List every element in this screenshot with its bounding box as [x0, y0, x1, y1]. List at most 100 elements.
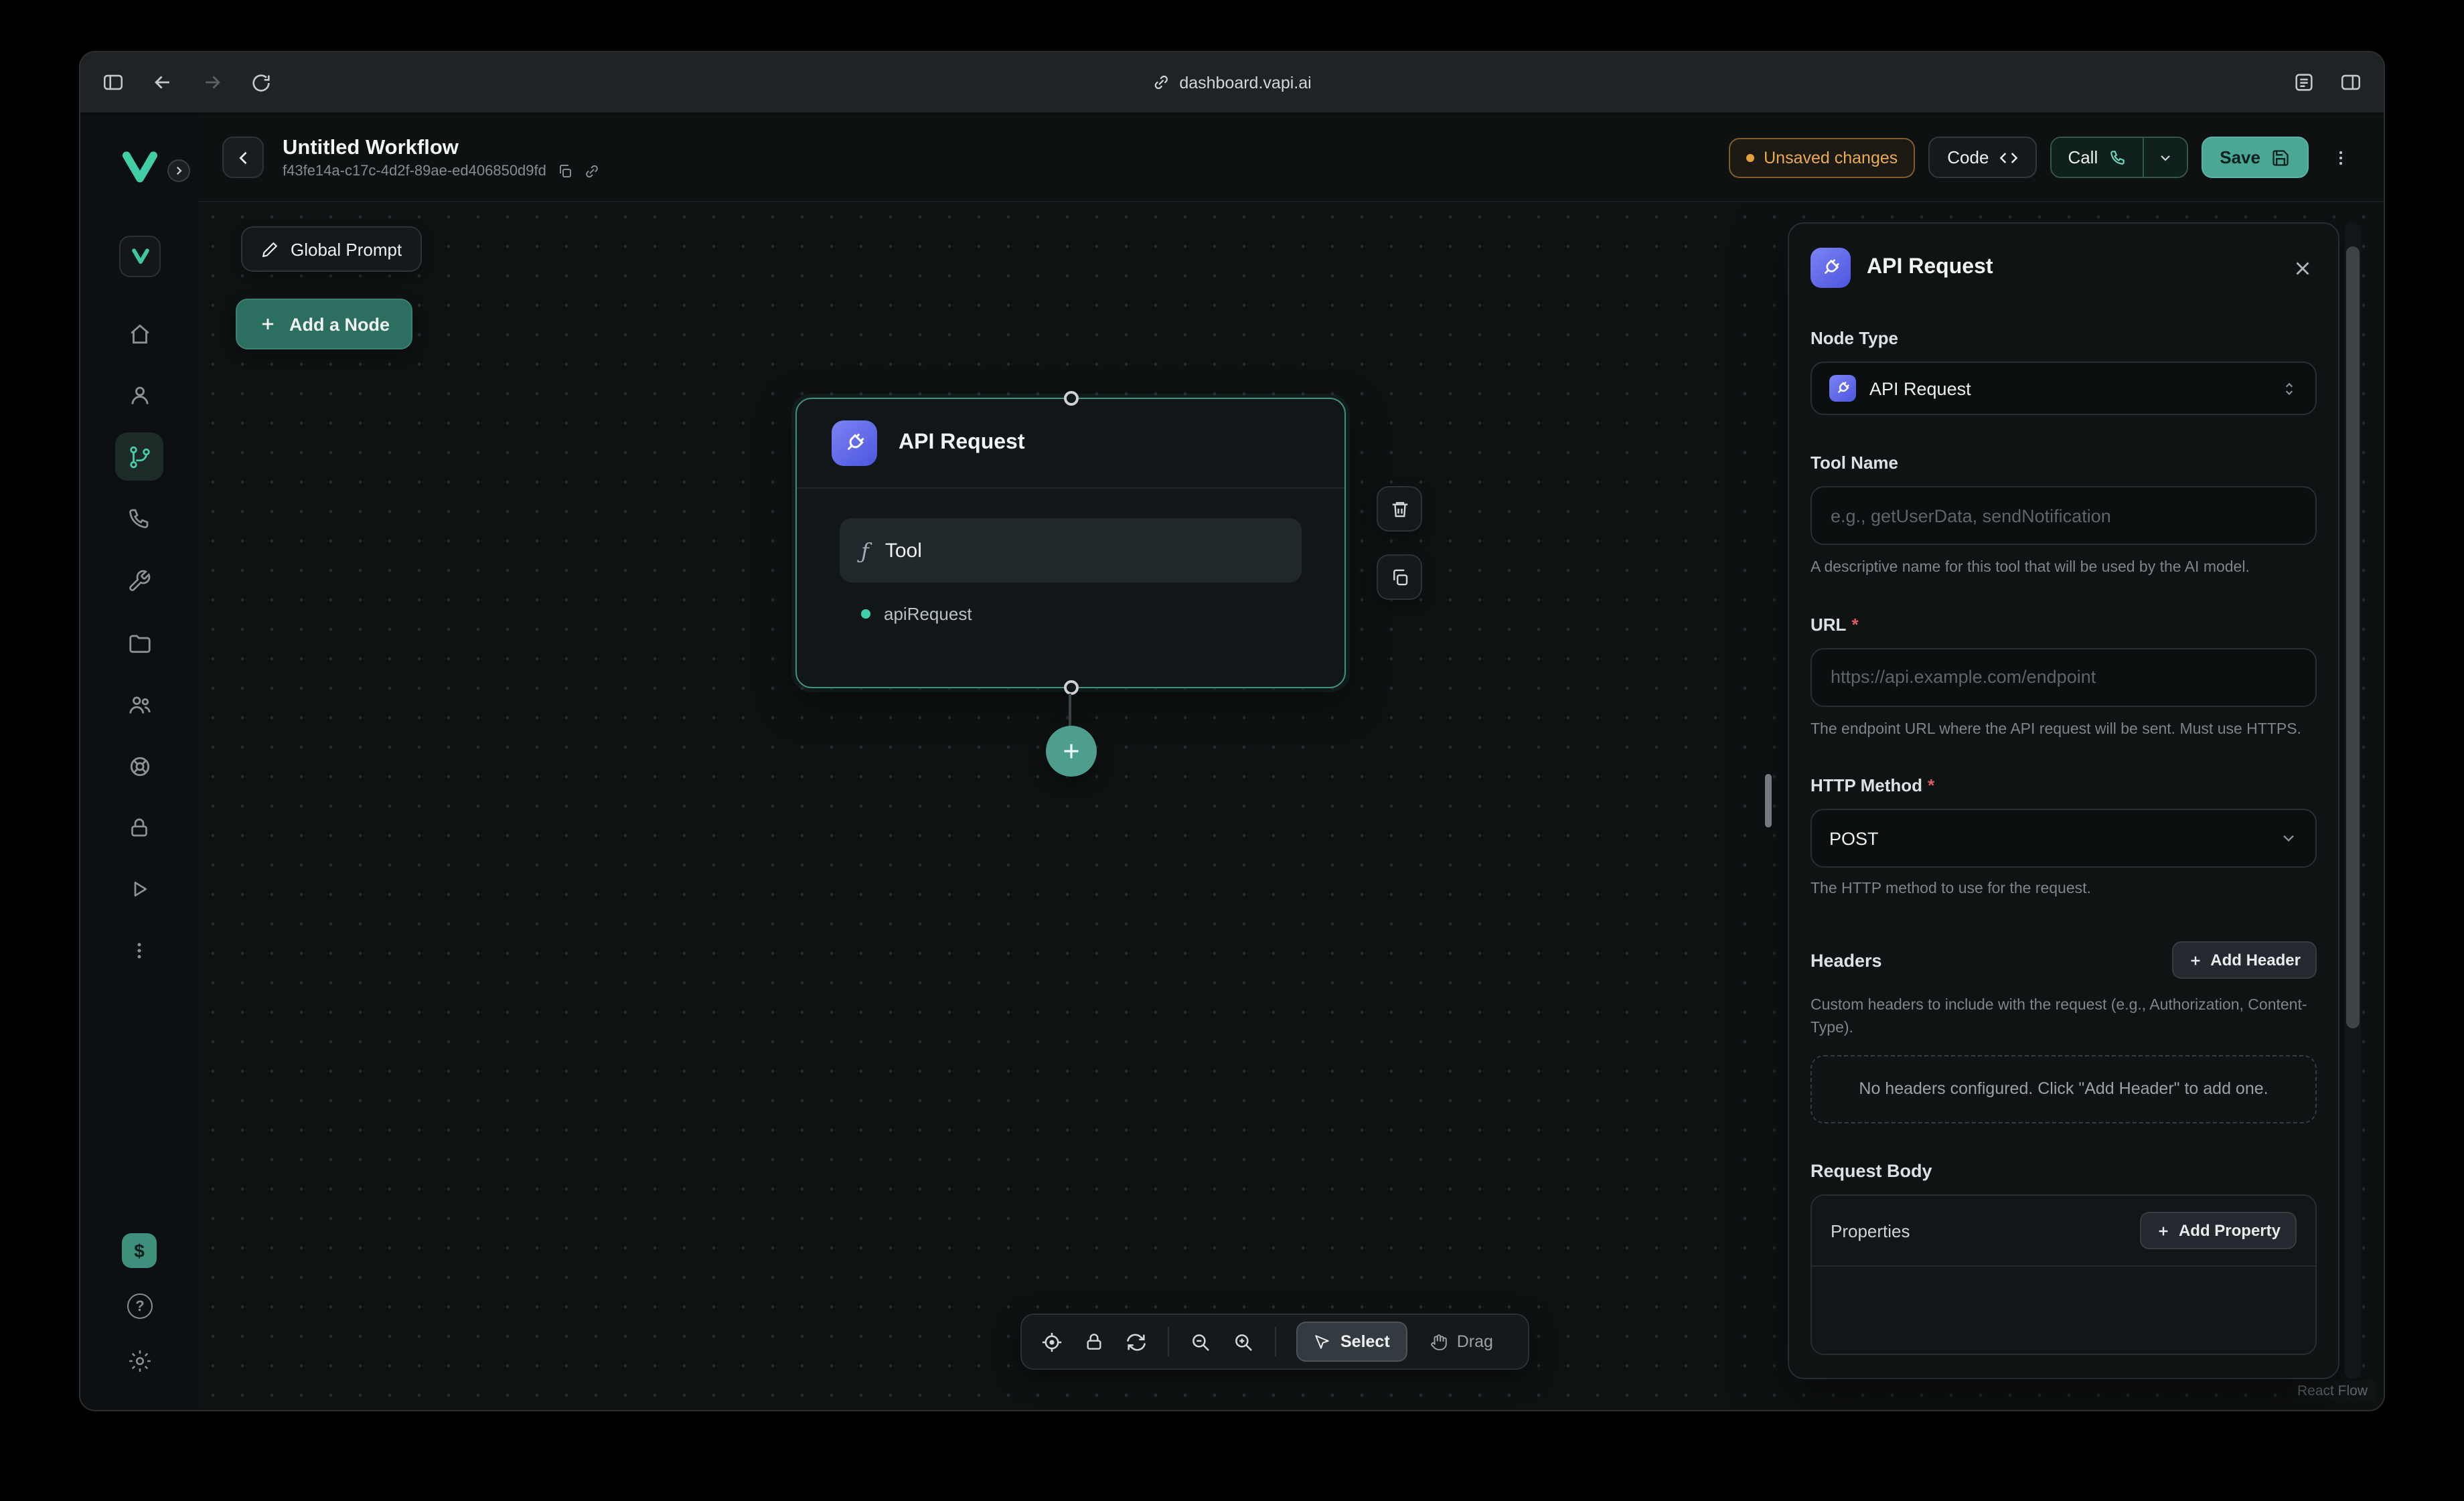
fit-view-icon[interactable]	[1041, 1330, 1063, 1353]
plug-icon	[1811, 248, 1851, 288]
workflow-title: Untitled Workflow	[283, 135, 600, 161]
plug-icon	[1829, 375, 1856, 402]
settings-gear-icon[interactable]	[115, 1336, 163, 1385]
mode-segment: Select Drag	[1296, 1322, 1509, 1362]
url-text: dashboard.vapi.ai	[1179, 73, 1311, 92]
node-type-label: Node Type	[1811, 328, 2317, 348]
url-input[interactable]	[1811, 647, 2317, 706]
back-icon[interactable]	[151, 71, 174, 94]
properties-empty-area	[1812, 1265, 2315, 1343]
vapi-logo-icon[interactable]	[121, 150, 159, 185]
files-icon[interactable]	[115, 619, 163, 667]
node-type-select[interactable]: API Request	[1811, 362, 2317, 415]
node-output-handle[interactable]	[1063, 680, 1078, 695]
pencil-icon	[261, 240, 279, 258]
react-flow-attribution[interactable]: React Flow	[2289, 1380, 2376, 1402]
node-input-handle[interactable]	[1063, 391, 1078, 406]
panel-resize-handle[interactable]	[1765, 774, 1772, 827]
workflows-icon[interactable]	[115, 432, 163, 481]
close-icon[interactable]	[2289, 254, 2317, 282]
panel-title: API Request	[1867, 256, 2273, 280]
headers-help: Custom headers to include with the reque…	[1811, 995, 2317, 1040]
url-label: URL*	[1811, 614, 2317, 634]
test-icon[interactable]	[115, 865, 163, 913]
reader-mode-icon[interactable]	[2293, 71, 2315, 94]
lock-icon[interactable]	[1083, 1331, 1105, 1352]
phone-icon	[2108, 149, 2126, 166]
api-keys-icon[interactable]	[115, 803, 163, 852]
code-icon	[1999, 148, 2018, 167]
more-icon[interactable]	[115, 927, 163, 975]
http-method-label: HTTP Method*	[1811, 776, 2317, 796]
add-next-node-button[interactable]	[1046, 726, 1097, 777]
more-menu-icon[interactable]	[2322, 137, 2360, 178]
canvas-toolbar: Select Drag	[1020, 1314, 1529, 1370]
global-prompt-button[interactable]: Global Prompt	[241, 226, 422, 272]
add-property-button[interactable]: Add Property	[2140, 1212, 2297, 1249]
share-link-icon[interactable]	[584, 163, 600, 179]
workspace-icon[interactable]	[119, 236, 161, 277]
properties-label: Properties	[1831, 1220, 1910, 1241]
save-icon	[2271, 148, 2290, 167]
auto-layout-icon[interactable]	[1125, 1330, 1148, 1353]
zoom-in-icon[interactable]	[1232, 1330, 1255, 1353]
sidebar-toggle-icon[interactable]	[102, 71, 125, 94]
billing-icon[interactable]: $	[122, 1233, 157, 1268]
cursor-icon	[1314, 1333, 1331, 1350]
workflow-title-block: Untitled Workflow f43fe14a-c17c-4d2f-89a…	[283, 135, 600, 180]
save-button[interactable]: Save	[2201, 137, 2309, 178]
node-header: API Request	[797, 399, 1344, 489]
call-split-button: Call	[2050, 137, 2187, 178]
address-bar[interactable]: dashboard.vapi.ai	[1152, 73, 1311, 92]
call-button[interactable]: Call	[2052, 138, 2142, 177]
node-tool-value-row: apiRequest	[840, 604, 1302, 624]
unsaved-changes-badge: Unsaved changes	[1729, 137, 1915, 177]
url-help: The endpoint URL where the API request w…	[1811, 718, 2317, 740]
panel-scrollbar[interactable]	[2345, 222, 2361, 1379]
delete-node-button[interactable]	[1377, 486, 1422, 532]
tools-icon[interactable]	[115, 557, 163, 605]
tool-name-input[interactable]	[1811, 486, 2317, 545]
call-dropdown-button[interactable]	[2143, 138, 2186, 177]
tool-name-help: A descriptive name for this tool that wi…	[1811, 557, 2317, 579]
copy-id-icon[interactable]	[557, 163, 573, 179]
link-icon	[1152, 74, 1170, 91]
unsaved-dot-icon	[1746, 153, 1754, 161]
chevrons-up-down-icon	[2281, 380, 2298, 397]
add-node-button[interactable]: Add a Node	[236, 299, 412, 349]
duplicate-node-button[interactable]	[1377, 554, 1422, 600]
headers-empty-state: No headers configured. Click "Add Header…	[1811, 1056, 2317, 1124]
zoom-out-icon[interactable]	[1189, 1330, 1212, 1353]
squads-icon[interactable]	[115, 680, 163, 728]
code-button[interactable]: Code	[1928, 137, 2037, 178]
node-tool-section[interactable]: ƒ Tool	[840, 518, 1302, 582]
toolbar-divider	[1168, 1327, 1169, 1356]
node-inspector-panel: API Request Node Type API Request	[1788, 222, 2339, 1379]
request-body-label: Request Body	[1811, 1161, 2317, 1181]
plus-icon	[258, 315, 277, 333]
headers-label: Headers	[1811, 950, 1882, 970]
help-icon[interactable]: ?	[127, 1293, 153, 1319]
browser-chrome: dashboard.vapi.ai	[80, 52, 2384, 114]
forward-icon[interactable]	[201, 71, 224, 94]
workflow-canvas[interactable]: Global Prompt Add a Node	[198, 202, 2384, 1411]
api-request-node[interactable]: API Request ƒ Tool apiRequest	[795, 398, 1346, 688]
split-view-icon[interactable]	[2339, 71, 2362, 94]
phone-numbers-icon[interactable]	[115, 494, 163, 542]
workflow-id: f43fe14a-c17c-4d2f-89ae-ed406850d9fd	[283, 163, 546, 179]
add-header-button[interactable]: Add Header	[2171, 941, 2317, 979]
reload-icon[interactable]	[250, 72, 272, 93]
edge-connector	[1069, 694, 1071, 728]
home-icon[interactable]	[115, 309, 163, 358]
back-button[interactable]	[222, 137, 264, 178]
assistants-icon[interactable]	[115, 371, 163, 419]
drag-mode-button[interactable]: Drag	[1414, 1322, 1509, 1362]
select-mode-button[interactable]: Select	[1296, 1322, 1407, 1362]
request-body-box: Properties Add Property	[1811, 1194, 2317, 1355]
chevron-down-icon	[2279, 830, 2298, 848]
panel-scrollbar-thumb[interactable]	[2346, 246, 2360, 1028]
function-icon: ƒ	[861, 538, 869, 563]
http-method-select[interactable]: POST	[1811, 809, 2317, 868]
sidebar-expand-icon[interactable]	[167, 159, 190, 182]
support-icon[interactable]	[115, 742, 163, 790]
